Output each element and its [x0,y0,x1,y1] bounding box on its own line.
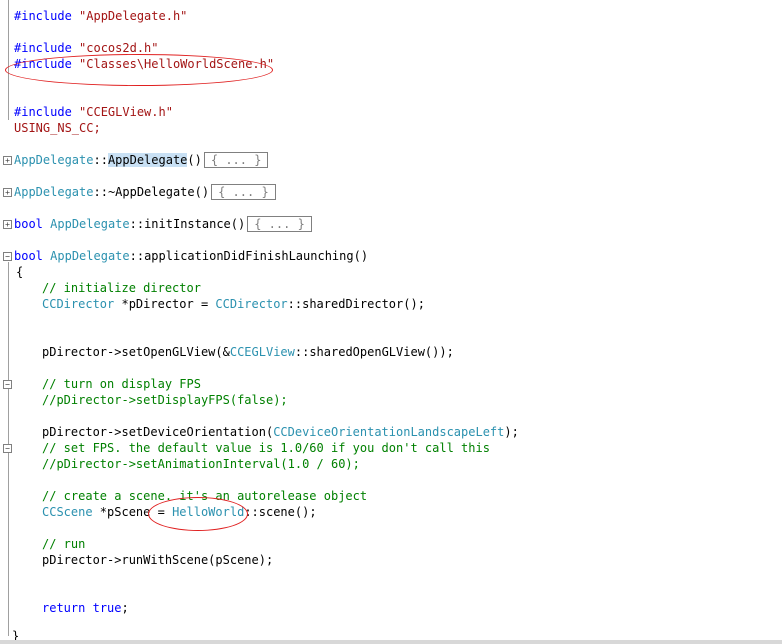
code-line-opengl-view[interactable]: pDirector->setOpenGLView(&CCEGLView::sha… [42,344,454,360]
code-line-include-appdelegate[interactable]: #include "AppDelegate.h" [14,8,187,24]
collapsed-block[interactable]: { ... } [211,184,276,200]
code-line-comment[interactable]: // set FPS. the default value is 1.0/60 … [42,440,490,456]
code-editor[interactable]: #include "AppDelegate.h" #include "cocos… [0,0,782,644]
expand-plus-icon[interactable]: + [3,188,12,197]
collapse-minus-icon[interactable]: − [3,252,12,261]
collapse-minus-icon[interactable]: − [3,380,12,389]
code-line-destructor[interactable]: AppDelegate::~AppDelegate(){ ... } [14,184,276,200]
code-line-orientation[interactable]: pDirector->setDeviceOrientation(CCDevice… [42,424,519,440]
expand-plus-icon[interactable]: + [3,220,12,229]
code-line-comment[interactable]: //pDirector->setDisplayFPS(false); [42,392,288,408]
code-line-comment[interactable]: //pDirector->setAnimationInterval(1.0 / … [42,456,360,472]
code-line-using-ns-cc[interactable]: USING_NS_CC; [14,120,101,136]
annotation-ellipse-helloworld [148,497,248,531]
expand-plus-icon[interactable]: + [3,156,12,165]
code-line-director[interactable]: CCDirector *pDirector = CCDirector::shar… [42,296,425,312]
collapse-minus-icon[interactable]: − [3,444,12,453]
collapsed-block[interactable]: { ... } [247,216,312,232]
code-line-return[interactable]: return true; [42,600,129,616]
code-line-brace-open[interactable]: { [16,264,23,280]
horizontal-scrollbar[interactable] [0,640,782,644]
annotation-ellipse-include [5,54,273,86]
code-line-constructor[interactable]: AppDelegate::AppDelegate(){ ... } [14,152,269,168]
code-line-comment[interactable]: // initialize director [42,280,201,296]
collapsed-block[interactable]: { ... } [203,152,269,168]
code-line-init-instance[interactable]: bool AppDelegate::initInstance(){ ... } [14,216,312,232]
code-line-include-cceglview[interactable]: #include "CCEGLView.h" [14,104,173,120]
code-line-did-finish-launching[interactable]: bool AppDelegate::applicationDidFinishLa… [14,248,368,264]
code-line-run[interactable]: pDirector->runWithScene(pScene); [42,552,273,568]
fold-guide-line [8,0,9,120]
code-line-comment[interactable]: // run [42,536,85,552]
code-line-comment[interactable]: // turn on display FPS [42,376,201,392]
